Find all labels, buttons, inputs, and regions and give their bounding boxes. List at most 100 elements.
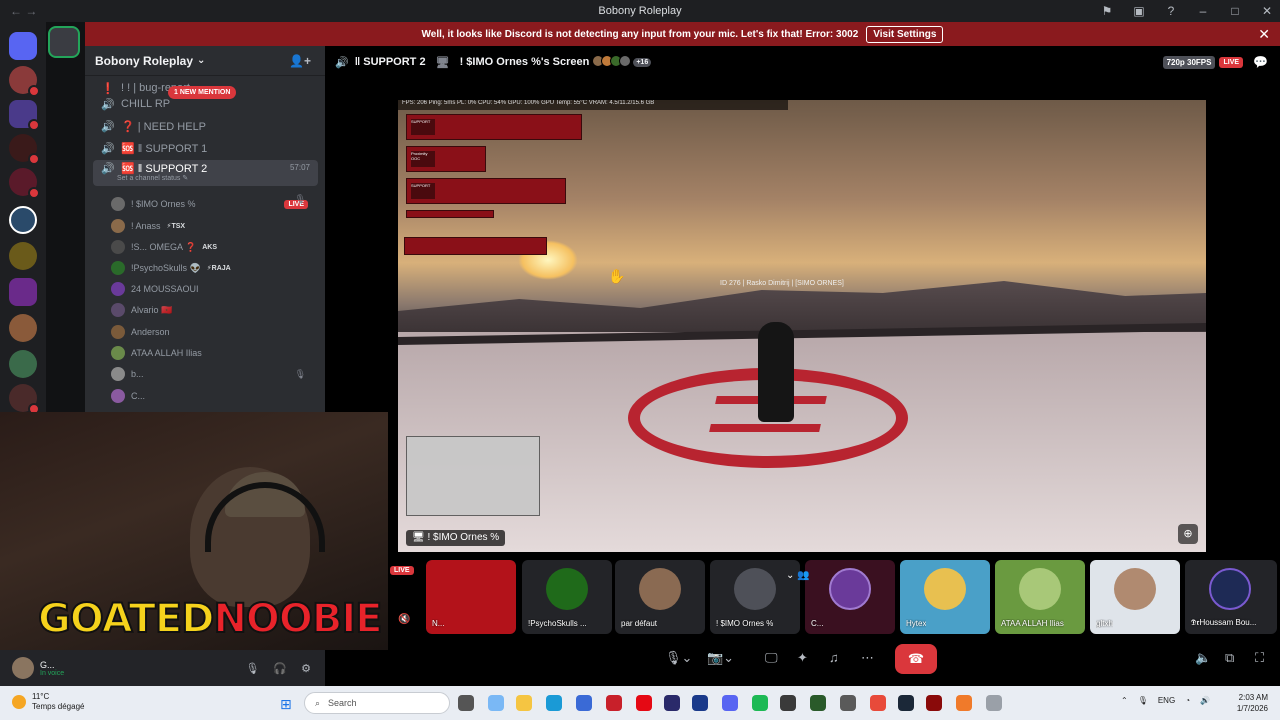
obs-icon[interactable] (780, 695, 796, 711)
activities-icon[interactable]: ✦ (797, 650, 808, 666)
minimize-button[interactable]: – (1190, 4, 1216, 18)
store-icon[interactable] (576, 695, 592, 711)
voice-user[interactable]: ! Anass ⚡TSX 🎙 (111, 194, 316, 236)
participant-tile[interactable]: !PsychoSkulls ... (522, 560, 612, 634)
chat-bubble-icon[interactable]: 💬 (1253, 55, 1268, 69)
terminal-icon[interactable] (810, 695, 826, 711)
popout-icon[interactable]: ⧉ (1225, 650, 1234, 666)
disconnect-button[interactable]: ☎ (895, 644, 937, 674)
spotify-icon[interactable] (752, 695, 768, 711)
voice-user[interactable]: 24 MOUSSAOUI (111, 279, 316, 299)
voice-user[interactable]: b... 🎙 (111, 364, 316, 384)
system-tray[interactable]: ⌃ 🎙 ENG ◔ 🔊 (1121, 696, 1210, 705)
premiere-icon[interactable] (664, 695, 680, 711)
inbox-icon[interactable]: ⚑ (1094, 4, 1120, 18)
volume-mute-icon[interactable]: 🔈 (1195, 650, 1211, 666)
channel-support-1[interactable]: 🔊 🆘 ‖ SUPPORT 1 (93, 138, 318, 158)
screen-share-view[interactable]: FPS: 206 Ping: 5ms PL: 0% CPU: 54% GPU: … (398, 100, 1206, 552)
participant-tile[interactable]: Hytex (900, 560, 990, 634)
weather-widget[interactable]: 11°C Temps dégagé (12, 692, 84, 712)
voice-user[interactable]: !PsychoSkulls 👽 ⚡RAJA (111, 258, 316, 278)
participant-tile[interactable]: ATAA ALLAH Ilias (995, 560, 1085, 634)
server-icon[interactable] (9, 278, 37, 306)
mic-icon[interactable]: 🎙 (245, 662, 259, 675)
server-icon[interactable] (9, 100, 40, 131)
netflix-icon[interactable] (636, 695, 652, 711)
voice-user[interactable]: !S... OMEGA ❓ AKS (111, 237, 316, 257)
new-mention-badge[interactable]: 1 NEW MENTION (168, 86, 237, 99)
add-member-icon[interactable]: 👤+ (289, 54, 311, 68)
avatar[interactable] (12, 657, 34, 679)
close-window-button[interactable]: ✕ (1254, 4, 1280, 18)
voice-user[interactable]: Anderson (111, 322, 316, 342)
server-icon[interactable] (9, 314, 37, 342)
discord-icon[interactable] (722, 695, 738, 711)
steam-icon[interactable] (898, 695, 914, 711)
headphones-icon[interactable]: 🎧 (273, 662, 287, 675)
mic-icon[interactable]: 🎙 (1138, 696, 1148, 705)
participant-tile[interactable]: 𝕯𝖗Houssam Bou... (1185, 560, 1277, 634)
task-view-icon[interactable] (458, 695, 474, 711)
quality-badge: 720p 30FPS (1162, 55, 1216, 69)
server-icon[interactable] (9, 134, 40, 165)
edge-icon[interactable] (546, 695, 562, 711)
copilot-icon[interactable] (488, 695, 504, 711)
server-icon[interactable] (9, 168, 40, 199)
screen-icon[interactable]: ▣ (1126, 4, 1152, 18)
user-panel: G... In voice 🎙 🎧 ⚙ (0, 650, 325, 686)
viewer-count[interactable]: +16 (633, 57, 652, 67)
gear-icon[interactable]: ⚙ (301, 662, 311, 675)
chevron-up-icon[interactable]: ⌃ (1121, 696, 1128, 705)
avatar (734, 568, 776, 610)
screen-share-icon[interactable]: 🖵 (765, 650, 778, 666)
server-icon[interactable] (9, 66, 40, 97)
participant-tile[interactable]: N... (426, 560, 516, 634)
search-input[interactable]: ⌕ Search (304, 692, 450, 714)
fullscreen-icon[interactable]: ⛶ (1255, 650, 1264, 666)
voice-user[interactable]: ! $IMO Ornes % LIVE (111, 194, 316, 214)
active-server-icon[interactable] (48, 26, 80, 58)
voice-user[interactable]: C... (111, 386, 316, 406)
visit-settings-button[interactable]: Visit Settings (866, 25, 944, 43)
channel-support-2[interactable]: 🔊 🆘 ‖ SUPPORT 2 57:07 Set a channel statu… (93, 160, 318, 186)
start-icon[interactable]: ⊞ (280, 696, 292, 713)
volume-icon[interactable]: 🔊 (1200, 696, 1210, 705)
wifi-icon[interactable]: ◔ (1185, 696, 1190, 705)
nav-arrows[interactable]: ← → (10, 4, 50, 18)
soundboard-icon[interactable]: ♫ (829, 650, 839, 665)
direct-messages-icon[interactable] (9, 32, 37, 60)
clock[interactable]: 2:03 AM 1/7/2026 (1237, 692, 1268, 714)
app-icon[interactable] (606, 695, 622, 711)
server-icon[interactable] (9, 242, 37, 270)
voice-user[interactable]: Alvario 🇲🇦 (111, 300, 316, 320)
participant-tile[interactable]: C... (805, 560, 895, 634)
photoshop-icon[interactable] (692, 695, 708, 711)
mic-icon[interactable]: 🎙⌄ (665, 650, 692, 666)
chrome-icon[interactable] (870, 695, 886, 711)
server-header[interactable]: Bobony Roleplay ⌄ 👤+ (85, 46, 325, 76)
server-icon[interactable] (9, 384, 40, 415)
player-nametag: ID 276 | Rasko Dimitrij | [SIMO ORNES] (720, 280, 844, 287)
channel-status[interactable]: Set a channel status ✎ (117, 174, 188, 182)
zoom-icon[interactable]: ⊕ (1178, 524, 1198, 544)
voice-user[interactable]: ATAA ALLAH Ilias (111, 343, 316, 363)
close-icon[interactable]: ✕ (1258, 26, 1270, 43)
screen-title: ! $IMO Ornes %'s Screen (459, 56, 590, 68)
app-icon[interactable] (956, 695, 972, 711)
viewer-avatars[interactable] (592, 54, 632, 70)
participant-tile[interactable]: par défaut (615, 560, 705, 634)
camera-off-icon[interactable]: 📷⌄ (707, 650, 734, 666)
participant-tile[interactable]: gltxh (1090, 560, 1180, 634)
chevron-down-icon[interactable]: ⌄ 👥 (786, 570, 810, 581)
language-indicator[interactable]: ENG (1158, 696, 1175, 705)
settings-icon[interactable] (986, 695, 1002, 711)
maximize-button[interactable]: □ (1222, 4, 1248, 18)
server-icon[interactable] (9, 350, 37, 378)
app-icon[interactable] (840, 695, 856, 711)
file-explorer-icon[interactable] (516, 695, 532, 711)
app-icon[interactable] (926, 695, 942, 711)
server-icon-active[interactable] (9, 206, 37, 234)
help-icon[interactable]: ? (1158, 4, 1184, 18)
channel-need-help[interactable]: 🔊 ❓ | NEED HELP (93, 116, 318, 136)
more-icon[interactable]: ⋯ (861, 650, 874, 666)
